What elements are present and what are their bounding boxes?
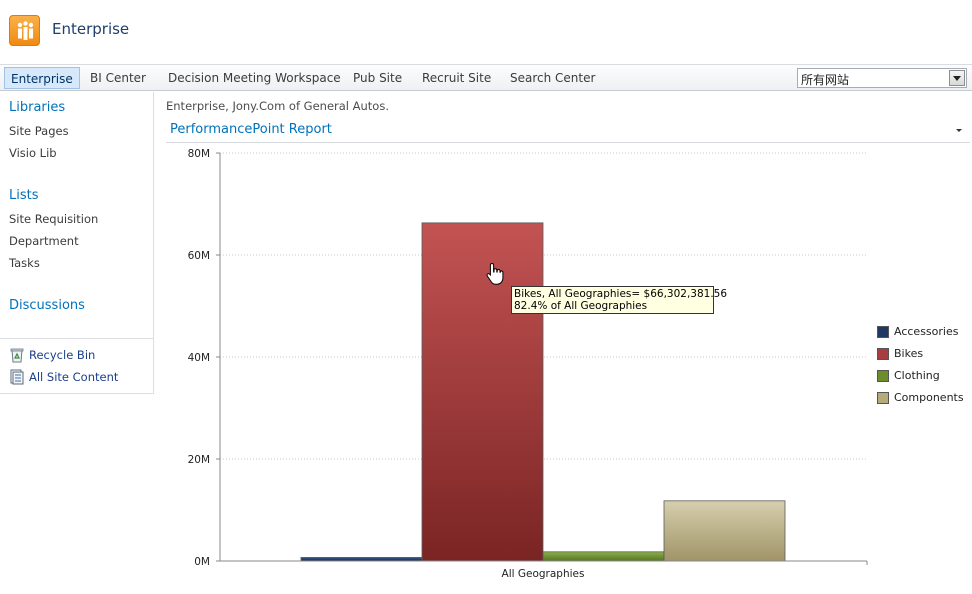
- y-tick-label: 80M: [188, 148, 210, 160]
- all-site-content-label: All Site Content: [29, 370, 119, 384]
- nav-heading-lists[interactable]: Lists: [9, 188, 39, 203]
- legend-swatch: [877, 392, 889, 404]
- y-tick-label: 0M: [194, 556, 210, 568]
- nav-divider: [0, 338, 153, 339]
- tab-pub-site[interactable]: Pub Site: [347, 67, 408, 89]
- nav-item-department[interactable]: Department: [9, 234, 79, 248]
- tooltip-line-percent: 82.4% of All Geographies: [514, 300, 648, 312]
- webpart-title[interactable]: PerformancePoint Report: [170, 122, 332, 137]
- nav-item-site-requisition[interactable]: Site Requisition: [9, 212, 98, 226]
- legend-swatch: [877, 348, 889, 360]
- y-tick-label: 20M: [188, 454, 210, 466]
- legend-label: Bikes: [894, 347, 924, 360]
- legend-swatch: [877, 326, 889, 338]
- nav-item-tasks[interactable]: Tasks: [9, 256, 40, 270]
- tooltip-line-value: Bikes, All Geographies= $66,302,381.56: [514, 288, 728, 300]
- nav-item-visio-lib[interactable]: Visio Lib: [9, 146, 57, 160]
- performance-chart[interactable]: 0M 20M 40M 60M 80M All Geographies: [166, 143, 876, 583]
- recycle-bin-icon: [10, 348, 24, 363]
- search-scope-select[interactable]: 所有网站: [797, 68, 967, 88]
- legend-swatch: [877, 370, 889, 382]
- nav-heading-libraries[interactable]: Libraries: [9, 100, 65, 115]
- tab-bi-center[interactable]: BI Center: [84, 67, 152, 89]
- legend-label: Clothing: [894, 369, 940, 382]
- x-category-label: All Geographies: [502, 568, 585, 580]
- y-tick-label: 40M: [188, 352, 210, 364]
- tab-recruit-site[interactable]: Recruit Site: [416, 67, 497, 89]
- site-title[interactable]: Enterprise: [52, 20, 129, 38]
- top-navigation: Enterprise BI Center Decision Meeting Wo…: [0, 64, 972, 91]
- site-content-icon: [10, 369, 24, 385]
- tab-search-center[interactable]: Search Center: [504, 67, 601, 89]
- recycle-bin-label: Recycle Bin: [29, 348, 96, 362]
- bar-accessories[interactable]: [300, 557, 423, 562]
- nav-heading-discussions[interactable]: Discussions: [9, 298, 85, 313]
- search-scope-value: 所有网站: [801, 73, 850, 87]
- tab-decision-meeting-workspace[interactable]: Decision Meeting Workspace: [162, 67, 347, 89]
- site-header: Enterprise: [0, 0, 972, 64]
- nav-item-site-pages[interactable]: Site Pages: [9, 124, 69, 138]
- chart-tooltip: Bikes, All Geographies= $66,302,381.56 8…: [511, 286, 728, 314]
- y-tick-label: 60M: [188, 250, 210, 262]
- hand-cursor-icon: [486, 262, 504, 285]
- quick-launch: Libraries Site Pages Visio Lib Lists Sit…: [0, 92, 154, 394]
- bar-clothing[interactable]: [542, 551, 665, 562]
- bar-bikes[interactable]: [421, 222, 544, 562]
- legend-label: Accessories: [894, 325, 959, 338]
- people-logo-icon[interactable]: [9, 15, 40, 46]
- chevron-down-icon[interactable]: [949, 70, 965, 86]
- bar-components[interactable]: [663, 500, 786, 562]
- page-breadcrumb: Enterprise, Jony.Com of General Autos.: [166, 99, 389, 113]
- webpart-menu-icon[interactable]: [954, 125, 964, 135]
- tab-enterprise[interactable]: Enterprise: [4, 67, 80, 89]
- legend-label: Components: [894, 391, 964, 404]
